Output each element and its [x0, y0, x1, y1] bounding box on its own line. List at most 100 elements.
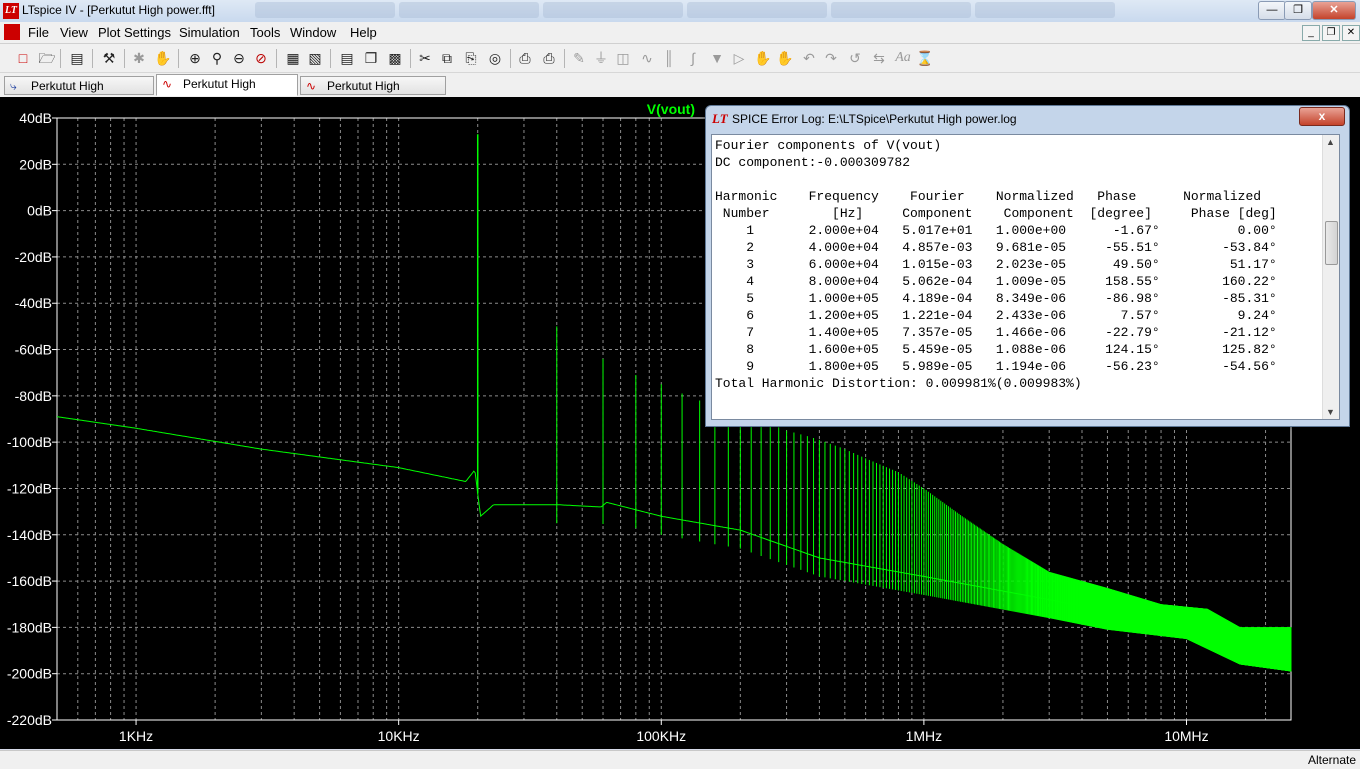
new-schematic-icon[interactable]: □ — [14, 49, 32, 67]
log-window-title: SPICE Error Log: E:\LTSpice\Perkutut Hig… — [732, 112, 1017, 126]
menu-file[interactable]: File — [28, 25, 49, 40]
log-table-row: 9 1.800e+05 5.989e-05 1.194e-06 -56.23° … — [715, 359, 1277, 374]
y-tick-label: -200dB — [7, 666, 52, 682]
log-text-area[interactable]: Fourier components of V(vout) DC compone… — [711, 134, 1340, 420]
run-icon[interactable]: ✱ — [130, 49, 148, 67]
ground-icon[interactable]: ⏚ — [592, 49, 610, 67]
close-icon[interactable]: ✕ — [1312, 1, 1356, 20]
wire-icon[interactable]: ✎ — [570, 49, 588, 67]
y-tick-label: -160dB — [7, 573, 52, 589]
y-tick-label: -40dB — [15, 295, 52, 311]
restore-icon[interactable]: ❐ — [1284, 1, 1312, 20]
halt-icon[interactable]: ✋ — [154, 49, 172, 67]
menu-simulation[interactable]: Simulation — [179, 25, 240, 40]
log-thd: Total Harmonic Distortion: 0.009981%(0.0… — [715, 376, 1082, 391]
tab-fft[interactable]: ∿ Perkutut High power.fft — [156, 74, 298, 110]
capacitor-icon[interactable]: ║ — [660, 49, 678, 67]
menu-help[interactable]: Help — [350, 25, 377, 40]
log-close-button[interactable]: x — [1299, 107, 1345, 126]
trace-label: V(vout) — [647, 101, 695, 117]
print-setup-icon[interactable]: ⎙ — [516, 49, 534, 67]
x-tick-label: 100KHz — [636, 728, 686, 744]
mdi-minimize-icon[interactable]: _ — [1302, 25, 1320, 41]
menu-plot-settings[interactable]: Plot Settings — [98, 25, 171, 40]
schematic-icon: ⤷ — [10, 79, 17, 93]
waveform-icon: ∿ — [162, 77, 173, 91]
menu-view[interactable]: View — [60, 25, 88, 40]
print-icon[interactable]: ⎙ — [540, 49, 558, 67]
move-icon[interactable]: ✋ — [754, 49, 772, 67]
fft-icon[interactable]: ▧ — [306, 49, 324, 67]
log-table-row: 1 2.000e+04 5.017e+01 1.000e+00 -1.67° 0… — [715, 223, 1277, 238]
text-icon[interactable]: Aa — [894, 49, 912, 67]
status-bar: Alternate — [0, 750, 1360, 769]
document-menu-icon[interactable] — [4, 24, 20, 40]
ltspice-app-icon: LT — [3, 3, 19, 19]
log-table-row: 6 1.200e+05 1.221e-04 2.433e-06 7.57° 9.… — [715, 308, 1277, 323]
x-tick-label: 1KHz — [119, 728, 153, 744]
zoom-area-icon[interactable]: ⚲ — [208, 49, 226, 67]
save-icon[interactable]: ▤ — [68, 49, 86, 67]
close-all-icon[interactable]: ▩ — [386, 49, 404, 67]
diode-icon[interactable]: ▼ — [708, 49, 726, 67]
log-heading: Fourier components of V(vout) — [715, 138, 942, 153]
menu-window[interactable]: Window — [290, 25, 336, 40]
mdi-restore-icon[interactable]: ❐ — [1322, 25, 1340, 41]
y-tick-label: -220dB — [7, 712, 52, 728]
spice-directive-icon[interactable]: ⌛ — [916, 49, 934, 67]
scroll-thumb[interactable] — [1325, 221, 1338, 265]
spice-error-log-window[interactable]: LT SPICE Error Log: E:\LTSpice\Perkutut … — [705, 105, 1350, 427]
minimize-icon[interactable]: — — [1258, 1, 1286, 20]
document-tab-bar: ⤷ Perkutut High power.asc ∿ Perkutut Hig… — [0, 73, 1360, 112]
y-tick-label: -180dB — [7, 619, 52, 635]
tile-icon[interactable]: ▤ — [338, 49, 356, 67]
tab-raw[interactable]: ∿ Perkutut High power.raw — [300, 76, 446, 112]
redo-icon[interactable]: ↷ — [822, 49, 840, 67]
autorange-icon[interactable]: ▦ — [284, 49, 302, 67]
zoom-cancel-icon[interactable]: ⊘ — [252, 49, 270, 67]
toolbar: □ 🗁 ▤ ⚒ ✱ ✋ ⊕ ⚲ ⊖ ⊘ ▦ ▧ ▤ ❐ ▩ ✂ ⧉ ⎘ ◎ ⎙ … — [0, 44, 1360, 73]
rotate-icon[interactable]: ↺ — [846, 49, 864, 67]
scroll-down-icon[interactable]: ▼ — [1326, 407, 1335, 417]
log-dc-component: DC component:-0.000309782 — [715, 155, 911, 170]
resistor-icon[interactable]: ∿ — [638, 49, 656, 67]
zoom-out-icon[interactable]: ⊖ — [230, 49, 248, 67]
y-tick-label: 20dB — [19, 156, 52, 172]
status-mode: Alternate — [1307, 753, 1356, 767]
mirror-icon[interactable]: ⇆ — [870, 49, 888, 67]
inductor-icon[interactable]: ∫ — [684, 49, 702, 67]
hammer-icon[interactable]: ⚒ — [100, 49, 118, 67]
cut-icon[interactable]: ✂ — [416, 49, 434, 67]
paste-icon[interactable]: ⎘ — [462, 49, 480, 67]
ltspice-log-icon: LT — [712, 111, 728, 126]
log-table-row: 3 6.000e+04 1.015e-03 2.023e-05 49.50° 5… — [715, 257, 1277, 272]
y-tick-label: -80dB — [15, 388, 52, 404]
background-taskbar-tabs — [255, 2, 1245, 20]
x-tick-label: 10KHz — [378, 728, 420, 744]
drag-icon[interactable]: ✋ — [776, 49, 794, 67]
undo-icon[interactable]: ↶ — [800, 49, 818, 67]
title-bar: LT LTspice IV - [Perkutut High power.fft… — [0, 0, 1360, 23]
window-title: LTspice IV - [Perkutut High power.fft] — [22, 3, 215, 17]
zoom-in-icon[interactable]: ⊕ — [186, 49, 204, 67]
log-table-row: 5 1.000e+05 4.189e-04 8.349e-06 -86.98° … — [715, 291, 1277, 306]
mdi-close-icon[interactable]: ✕ — [1342, 25, 1360, 41]
copy-icon[interactable]: ⧉ — [438, 49, 456, 67]
find-icon[interactable]: ◎ — [486, 49, 504, 67]
x-tick-label: 1MHz — [906, 728, 943, 744]
scroll-up-icon[interactable]: ▲ — [1326, 137, 1335, 147]
log-table-row: 8 1.600e+05 5.459e-05 1.088e-06 124.15° … — [715, 342, 1277, 357]
label-icon[interactable]: ◫ — [614, 49, 632, 67]
log-content: Fourier components of V(vout) DC compone… — [712, 135, 1339, 392]
open-icon[interactable]: 🗁 — [38, 49, 56, 67]
log-table-row: 4 8.000e+04 5.062e-04 1.009e-05 158.55° … — [715, 274, 1277, 289]
tab-schematic[interactable]: ⤷ Perkutut High power.asc — [4, 76, 154, 112]
menu-bar: File View Plot Settings Simulation Tools… — [0, 22, 1360, 44]
y-tick-label: -60dB — [15, 342, 52, 358]
menu-tools[interactable]: Tools — [250, 25, 280, 40]
y-tick-label: 0dB — [27, 203, 52, 219]
component-icon[interactable]: ▷ — [730, 49, 748, 67]
cascade-icon[interactable]: ❐ — [362, 49, 380, 67]
log-scrollbar[interactable]: ▲ ▼ — [1322, 135, 1339, 419]
y-tick-label: -140dB — [7, 527, 52, 543]
